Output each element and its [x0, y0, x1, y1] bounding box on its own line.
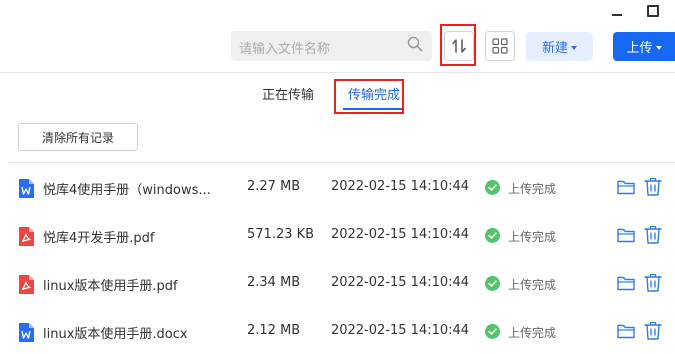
file-row[interactable]: 悦库4开发手册.pdf 571.23 KB 2022-02-15 14:10:4… [0, 210, 675, 258]
header-divider [0, 72, 675, 73]
grid-view-button[interactable] [485, 31, 515, 61]
file-time: 2022-02-15 14:10:44 [331, 323, 470, 338]
file-name: 悦库4使用手册（windows... [43, 183, 211, 198]
pdf-file-icon [19, 275, 34, 294]
trash-icon[interactable] [644, 321, 662, 340]
check-circle-icon [485, 276, 500, 291]
file-size: 2.34 MB [247, 275, 301, 290]
word-file-icon [19, 323, 34, 342]
tab-transferring[interactable]: 正在传输 [262, 84, 314, 103]
file-row[interactable]: linux版本使用手册.pdf 2.34 MB 2022-02-15 14:10… [0, 258, 675, 306]
new-button-label: 新建 [541, 41, 568, 56]
maximize-icon [647, 5, 659, 17]
new-button[interactable]: 新建 [526, 32, 593, 61]
word-file-icon [19, 179, 34, 198]
file-status: 上传完成 [508, 278, 557, 292]
trash-icon[interactable] [644, 177, 662, 196]
file-size: 2.27 MB [247, 179, 301, 194]
file-name: 悦库4开发手册.pdf [43, 231, 155, 246]
file-time: 2022-02-15 14:10:44 [331, 227, 470, 242]
clear-records-button[interactable]: 清除所有记录 [18, 123, 138, 151]
search-placeholder: 请输入文件名称 [239, 42, 331, 57]
minimize-button[interactable] [610, 4, 624, 18]
file-size: 2.12 MB [247, 323, 301, 338]
pdf-file-icon [19, 227, 34, 246]
search-icon[interactable] [407, 36, 423, 52]
file-row[interactable]: linux版本使用手册.docx 2.12 MB 2022-02-15 14:1… [0, 306, 675, 354]
file-time: 2022-02-15 14:10:44 [331, 179, 470, 194]
file-time: 2022-02-15 14:10:44 [331, 275, 470, 290]
file-row[interactable]: 悦库4使用手册（windows... 2.27 MB 2022-02-15 14… [0, 162, 675, 210]
search-input[interactable]: 请输入文件名称 [231, 31, 432, 61]
file-name: linux版本使用手册.pdf [43, 279, 178, 294]
check-circle-icon [485, 228, 500, 243]
open-folder-icon[interactable] [617, 323, 635, 339]
maximize-button[interactable] [646, 4, 660, 18]
upload-button[interactable]: 上传 [613, 32, 675, 61]
trash-icon[interactable] [644, 273, 662, 292]
upload-button-label: 上传 [626, 41, 653, 56]
highlight-box-tab [334, 79, 404, 114]
open-folder-icon[interactable] [617, 275, 635, 291]
file-status: 上传完成 [508, 230, 557, 244]
chevron-down-icon [571, 45, 577, 50]
check-circle-icon [485, 180, 500, 195]
trash-icon[interactable] [644, 225, 662, 244]
open-folder-icon[interactable] [617, 227, 635, 243]
open-folder-icon[interactable] [617, 179, 635, 195]
grid-icon [492, 38, 508, 54]
highlight-box-transfer [440, 24, 476, 66]
clear-records-label: 清除所有记录 [41, 130, 114, 145]
file-status: 上传完成 [508, 326, 557, 340]
minimize-icon [612, 14, 622, 16]
file-name: linux版本使用手册.docx [43, 327, 188, 342]
file-size: 571.23 KB [247, 227, 315, 242]
file-status: 上传完成 [508, 182, 557, 196]
check-circle-icon [485, 324, 500, 339]
chevron-down-icon [655, 45, 662, 50]
